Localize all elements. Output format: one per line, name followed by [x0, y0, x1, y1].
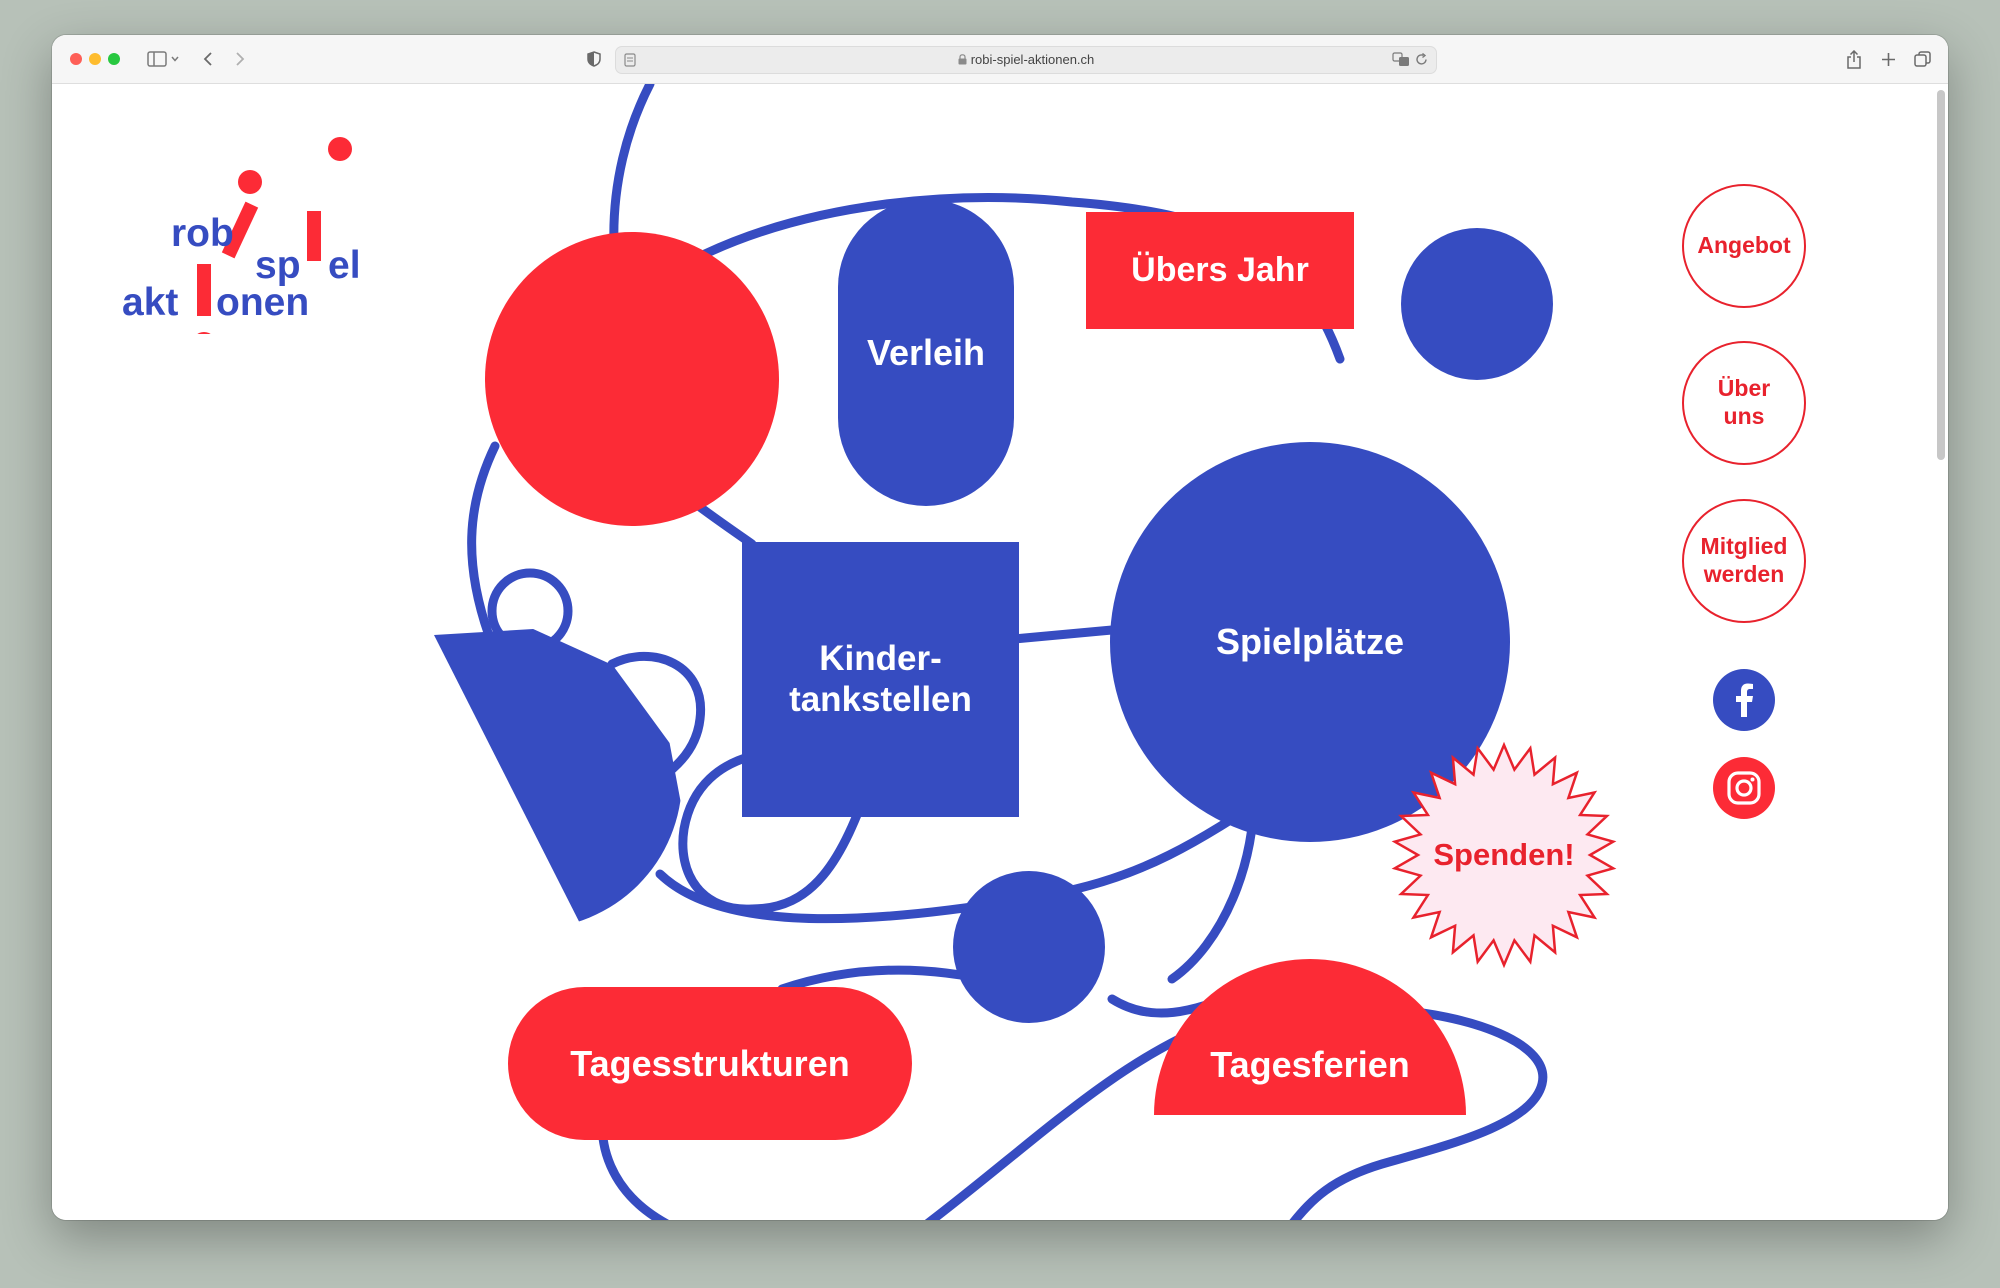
browser-window: robi-spiel-aktionen.ch rob sp el akt one… [52, 35, 1948, 1220]
logo-text-akt: akt [122, 281, 179, 324]
nav-ueber-uns[interactable]: Über uns [1682, 341, 1806, 465]
close-window-button[interactable] [70, 53, 82, 65]
tile-tagesstrukturen-label: Tagesstrukturen [570, 1042, 850, 1084]
back-button[interactable] [198, 45, 218, 73]
shield-icon [587, 51, 601, 67]
address-bar[interactable]: robi-spiel-aktionen.ch [615, 46, 1437, 74]
nav-ueber-label-1: Über [1717, 375, 1771, 402]
translate-icon[interactable] [1392, 52, 1410, 67]
plus-icon [1881, 52, 1895, 66]
address-url-text: robi-spiel-aktionen.ch [970, 52, 1095, 67]
sidebar-toggle-button[interactable] [142, 45, 186, 73]
browser-toolbar: robi-spiel-aktionen.ch [52, 35, 1948, 84]
spenden-label: Spenden! [1433, 837, 1575, 872]
logo-text-sp: sp [255, 244, 301, 287]
logo-text-rob: rob [171, 212, 234, 255]
tile-tagesferien-label: Tagesferien [1210, 1043, 1410, 1085]
logo-text-onen: onen [216, 281, 310, 324]
share-button[interactable] [1842, 45, 1866, 73]
tile-verleih-label: Verleih [866, 331, 986, 373]
facebook-icon [1736, 683, 1753, 717]
sidebar-icon [147, 51, 179, 67]
new-tab-button[interactable] [1876, 45, 1900, 73]
lock-icon [958, 54, 967, 65]
tile-tagesstrukturen[interactable]: Tagesstrukturen [508, 987, 912, 1140]
chevron-left-icon [203, 52, 212, 66]
share-icon [1847, 49, 1861, 69]
tile-kindertankstellen[interactable]: Kinder- tankstellen [742, 542, 1019, 817]
decor-blue-circle-bottom [953, 871, 1105, 1023]
minimize-window-button[interactable] [89, 53, 101, 65]
tile-kinder-label-1: Kinder- [819, 639, 942, 679]
nav-angebot[interactable]: Angebot [1682, 184, 1806, 308]
facebook-link[interactable] [1713, 669, 1775, 731]
tabs-icon [1913, 51, 1931, 67]
tile-kinder-label-2: tankstellen [789, 679, 972, 719]
nav-ueber-label-2: uns [1723, 403, 1765, 429]
tile-uebers-jahr[interactable]: Übers Jahr [1086, 212, 1354, 329]
decor-blue-circle-small [1401, 228, 1553, 380]
address-url: robi-spiel-aktionen.ch [616, 47, 1436, 73]
nav-mitglied-label-2: werden [1703, 561, 1785, 587]
tile-verleih[interactable]: Verleih [838, 199, 1014, 506]
site-logo[interactable]: rob sp el akt onen [107, 114, 407, 334]
nav-angebot-label: Angebot [1697, 232, 1791, 259]
tab-overview-button[interactable] [1910, 45, 1934, 73]
zoom-window-button[interactable] [108, 53, 120, 65]
tile-uebers-jahr-label: Übers Jahr [1131, 250, 1309, 289]
nav-mitglied-label-1: Mitglied [1700, 533, 1788, 560]
instagram-link[interactable] [1713, 757, 1775, 819]
forward-button[interactable] [230, 45, 250, 73]
page-scrollbar[interactable] [1937, 90, 1945, 460]
instagram-icon [1727, 771, 1761, 805]
tile-spielplaetze-label: Spielplätze [1215, 621, 1405, 663]
privacy-report-button[interactable] [584, 45, 604, 73]
page-content: rob sp el akt onen Verleih Übers Jahr Ki… [52, 84, 1948, 1220]
reload-icon[interactable] [1415, 53, 1428, 66]
decor-red-circle [485, 232, 779, 526]
chevron-right-icon [236, 52, 245, 66]
spenden-badge[interactable]: Spenden! [1389, 740, 1619, 970]
nav-mitglied-werden[interactable]: Mitglied werden [1682, 499, 1806, 623]
logo-text-el: el [328, 244, 361, 287]
